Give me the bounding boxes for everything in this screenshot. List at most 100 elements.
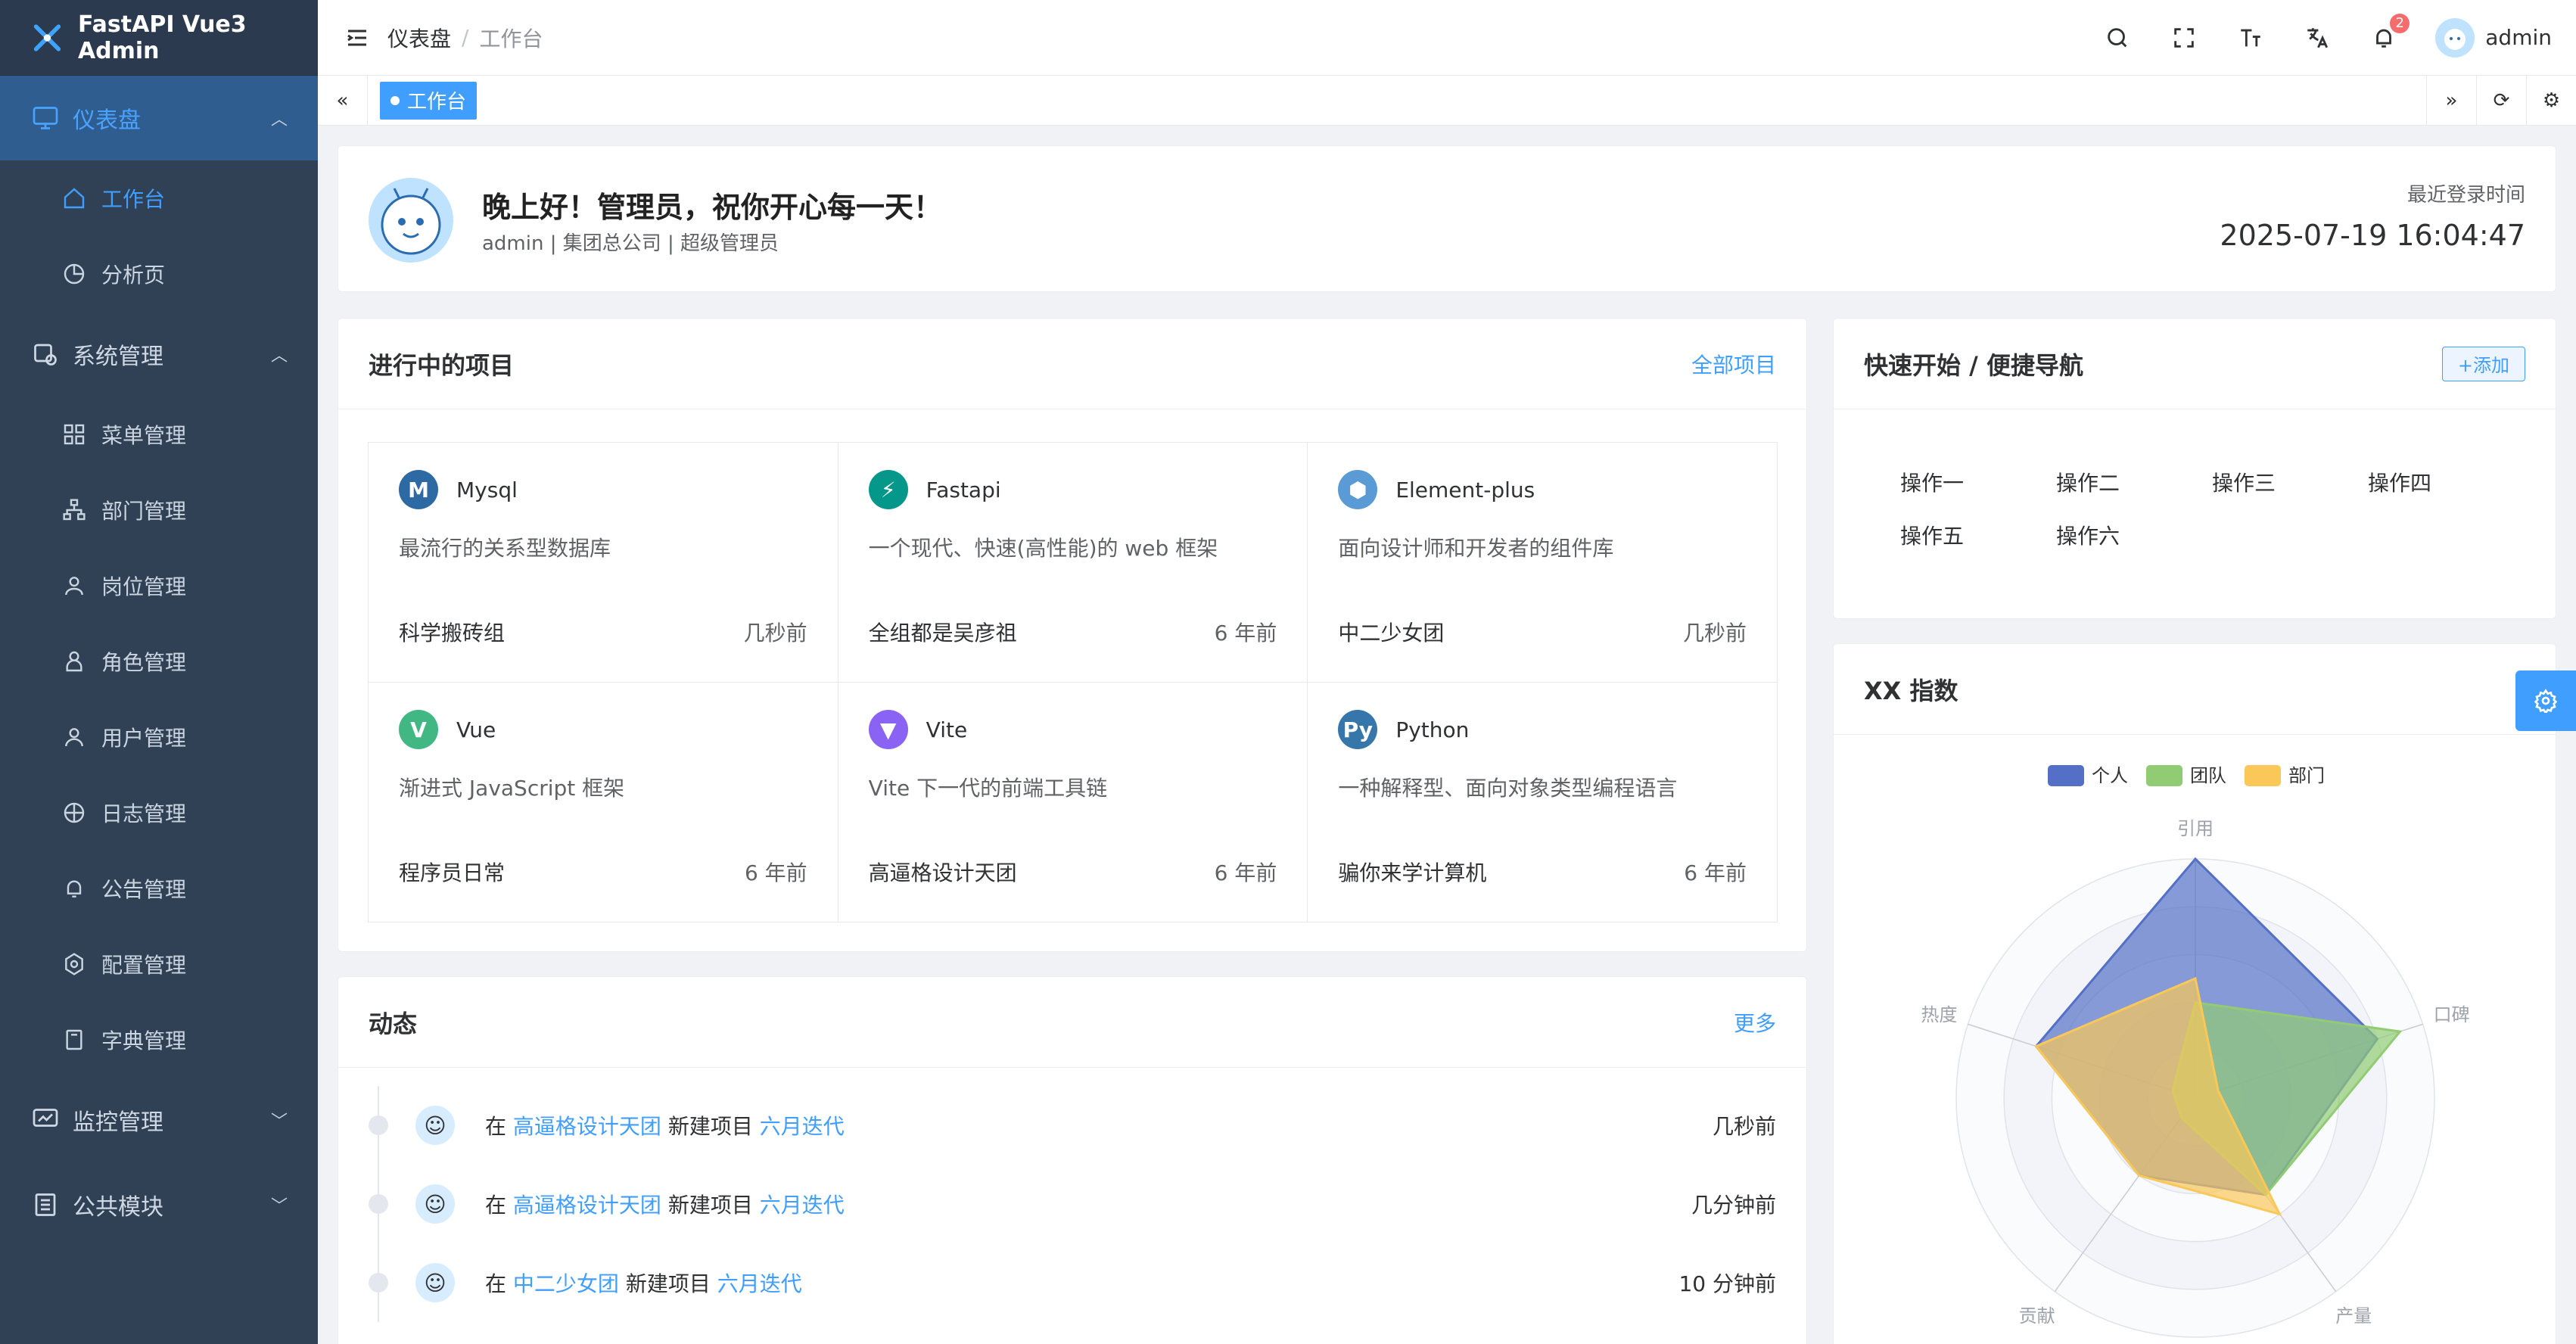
project-group: 科学搬砖组: [399, 621, 506, 646]
sidebar-item-role[interactable]: 角色管理: [0, 624, 318, 699]
legend-label: 个人: [2092, 765, 2128, 786]
project-card[interactable]: Py Python 一种解释型、面向对象类型编程语言 骗你来学计算机 6 年前: [1307, 682, 1778, 922]
sidebar-group-monitor[interactable]: 监控管理 ﹀: [0, 1078, 318, 1162]
project-card[interactable]: V Vue 渐进式 JavaScript 框架 程序员日常 6 年前: [368, 682, 838, 922]
project-time: 几秒前: [1682, 621, 1747, 646]
timeline-node: [369, 1194, 388, 1214]
team-link[interactable]: 高逼格设计天团: [513, 1189, 661, 1219]
radar-card: XX 指数 个人 团队 部门 引用 口碑 产量 贡献 热度: [1833, 643, 2556, 1344]
mysql-icon: M: [399, 470, 438, 509]
more-link[interactable]: 更多: [1734, 1007, 1776, 1038]
translate-icon[interactable]: [2302, 23, 2332, 53]
quick-action[interactable]: 操作二: [2056, 467, 2212, 497]
avatar: ☺: [415, 1106, 455, 1145]
app-logo[interactable]: FastAPI Vue3 Admin: [0, 0, 318, 76]
sidebar-item-analysis[interactable]: 分析页: [0, 236, 318, 312]
user-info: admin | 集团总公司 | 超级管理员: [482, 232, 779, 255]
font-size-icon[interactable]: [2235, 23, 2266, 53]
fastapi-icon: ⚡: [868, 470, 908, 509]
sidebar-item-config[interactable]: 配置管理: [0, 926, 318, 1002]
project-group: 骗你来学计算机: [1338, 860, 1487, 885]
tab-workbench[interactable]: 工作台: [380, 81, 478, 120]
search-icon[interactable]: [2102, 23, 2133, 53]
project-group: 高逼格设计天团: [868, 860, 1017, 885]
role-icon: [61, 648, 88, 675]
project-link[interactable]: 六月迭代: [760, 1110, 845, 1140]
tab-label: 工作台: [407, 91, 467, 114]
settings-float-button[interactable]: [2515, 670, 2576, 731]
quick-nav-title: 快速开始 / 便捷导航: [1864, 350, 2083, 380]
team-link[interactable]: 中二少女团: [513, 1268, 619, 1298]
sidebar-item-log[interactable]: 日志管理: [0, 775, 318, 851]
project-card[interactable]: M Mysql 最流行的关系型数据库 科学搬砖组 几秒前: [368, 442, 838, 683]
project-name: Vite: [926, 717, 968, 742]
refresh-icon[interactable]: ⟳: [2476, 75, 2526, 126]
menu-fold-icon[interactable]: [344, 24, 371, 51]
sidebar-item-department[interactable]: 部门管理: [0, 472, 318, 548]
sidebar-item-user[interactable]: 用户管理: [0, 699, 318, 775]
app-title: FastAPI Vue3 Admin: [77, 11, 247, 64]
activity-time: 几分钟前: [1691, 1193, 1776, 1218]
sidebar-group-common[interactable]: 公共模块 ﹀: [0, 1162, 318, 1247]
project-link[interactable]: 六月迭代: [717, 1268, 802, 1298]
radar-chart: 个人 团队 部门引用口碑产量 贡献 热度: [1921, 765, 2470, 1338]
legend-swatch: [2245, 765, 2281, 786]
sidebar-item-position[interactable]: 岗位管理: [0, 548, 318, 624]
sidebar-item-dict[interactable]: 字典管理: [0, 1002, 318, 1078]
sidebar-group-label: 系统管理: [73, 344, 163, 370]
monitor-chart-icon: [30, 1105, 61, 1135]
team-link[interactable]: 高逼格设计天团: [513, 1110, 661, 1140]
sidebar-group-dashboard[interactable]: 仪表盘 ︿: [0, 76, 318, 160]
radar-axis-label: 贡献: [2019, 1305, 2055, 1327]
project-link[interactable]: 六月迭代: [760, 1189, 845, 1219]
project-card[interactable]: ▼ Vite Vite 下一代的前端工具链 高逼格设计天团 6 年前: [837, 682, 1308, 922]
user-icon: [61, 723, 88, 751]
sidebar-group-system[interactable]: 系统管理 ︿: [0, 312, 318, 397]
breadcrumb-root[interactable]: 仪表盘: [387, 23, 451, 53]
quick-action[interactable]: 操作四: [2368, 467, 2524, 497]
home-icon: [61, 185, 88, 212]
compass-icon: [61, 799, 88, 826]
activity-row: ☺ 在 高逼格设计天团 新建项目 六月迭代 几秒前: [369, 1086, 1776, 1165]
quick-action[interactable]: 操作一: [1900, 467, 2056, 497]
activity-text: 在: [485, 1114, 507, 1139]
gear-icon[interactable]: ⚙: [2526, 75, 2576, 126]
user-menu[interactable]: admin: [2435, 17, 2552, 58]
sidebar-item-label: 角色管理: [101, 650, 187, 675]
chevron-up-icon: ︿: [270, 110, 288, 129]
project-desc: 渐进式 JavaScript 框架: [399, 776, 625, 801]
activity-row: ☺ 在 中二少女团 新建项目 六月迭代 10 分钟前: [369, 1243, 1776, 1322]
quick-action[interactable]: 操作六: [2056, 520, 2212, 550]
all-projects-link[interactable]: 全部项目: [1691, 349, 1776, 379]
quick-action[interactable]: 操作三: [2212, 467, 2368, 497]
project-group: 全组都是吴彦祖: [868, 621, 1017, 646]
project-name: Vue: [456, 717, 496, 742]
fullscreen-icon[interactable]: [2169, 23, 2199, 53]
sidebar-item-workbench[interactable]: 工作台: [0, 160, 318, 236]
project-name: Fastapi: [926, 477, 1001, 502]
projects-title: 进行中的项目: [369, 350, 515, 380]
sidebar-item-menu[interactable]: 菜单管理: [0, 397, 318, 472]
greeting-text: 晚上好！管理员，祝你开心每一天！: [482, 191, 943, 224]
project-desc: 面向设计师和开发者的组件库: [1338, 536, 1614, 561]
quick-action[interactable]: 操作五: [1900, 520, 2056, 550]
user-badge-icon: [61, 572, 88, 599]
breadcrumb-current: 工作台: [479, 26, 543, 51]
add-button[interactable]: +添加: [2441, 346, 2525, 381]
project-time: 6 年前: [744, 860, 807, 885]
radar-axis-label: 引用: [2177, 818, 2214, 839]
activity-text: 新建项目: [667, 1193, 753, 1218]
radar-axis-label: 热度: [1921, 1004, 1957, 1025]
sidebar-item-notice[interactable]: 公告管理: [0, 851, 318, 926]
double-chevron-right-icon[interactable]: »: [2426, 75, 2476, 126]
project-card[interactable]: ⬢ Element-plus 面向设计师和开发者的组件库 中二少女团 几秒前: [1307, 442, 1778, 683]
project-desc: 一个现代、快速(高性能)的 web 框架: [868, 536, 1218, 561]
project-card[interactable]: ⚡ Fastapi 一个现代、快速(高性能)的 web 框架 全组都是吴彦祖 6 …: [837, 442, 1308, 683]
bell-icon[interactable]: 2: [2369, 13, 2410, 53]
double-chevron-left-icon[interactable]: «: [318, 75, 368, 126]
quick-nav-card: 快速开始 / 便捷导航 +添加 操作一 操作二 操作三 操作四 操作五 操作六: [1833, 318, 2556, 619]
activity-text: 新建项目: [625, 1271, 711, 1296]
project-desc: 一种解释型、面向对象类型编程语言: [1338, 776, 1678, 801]
activity-time: 10 分钟前: [1678, 1271, 1776, 1296]
project-time: 6 年前: [1684, 860, 1747, 885]
